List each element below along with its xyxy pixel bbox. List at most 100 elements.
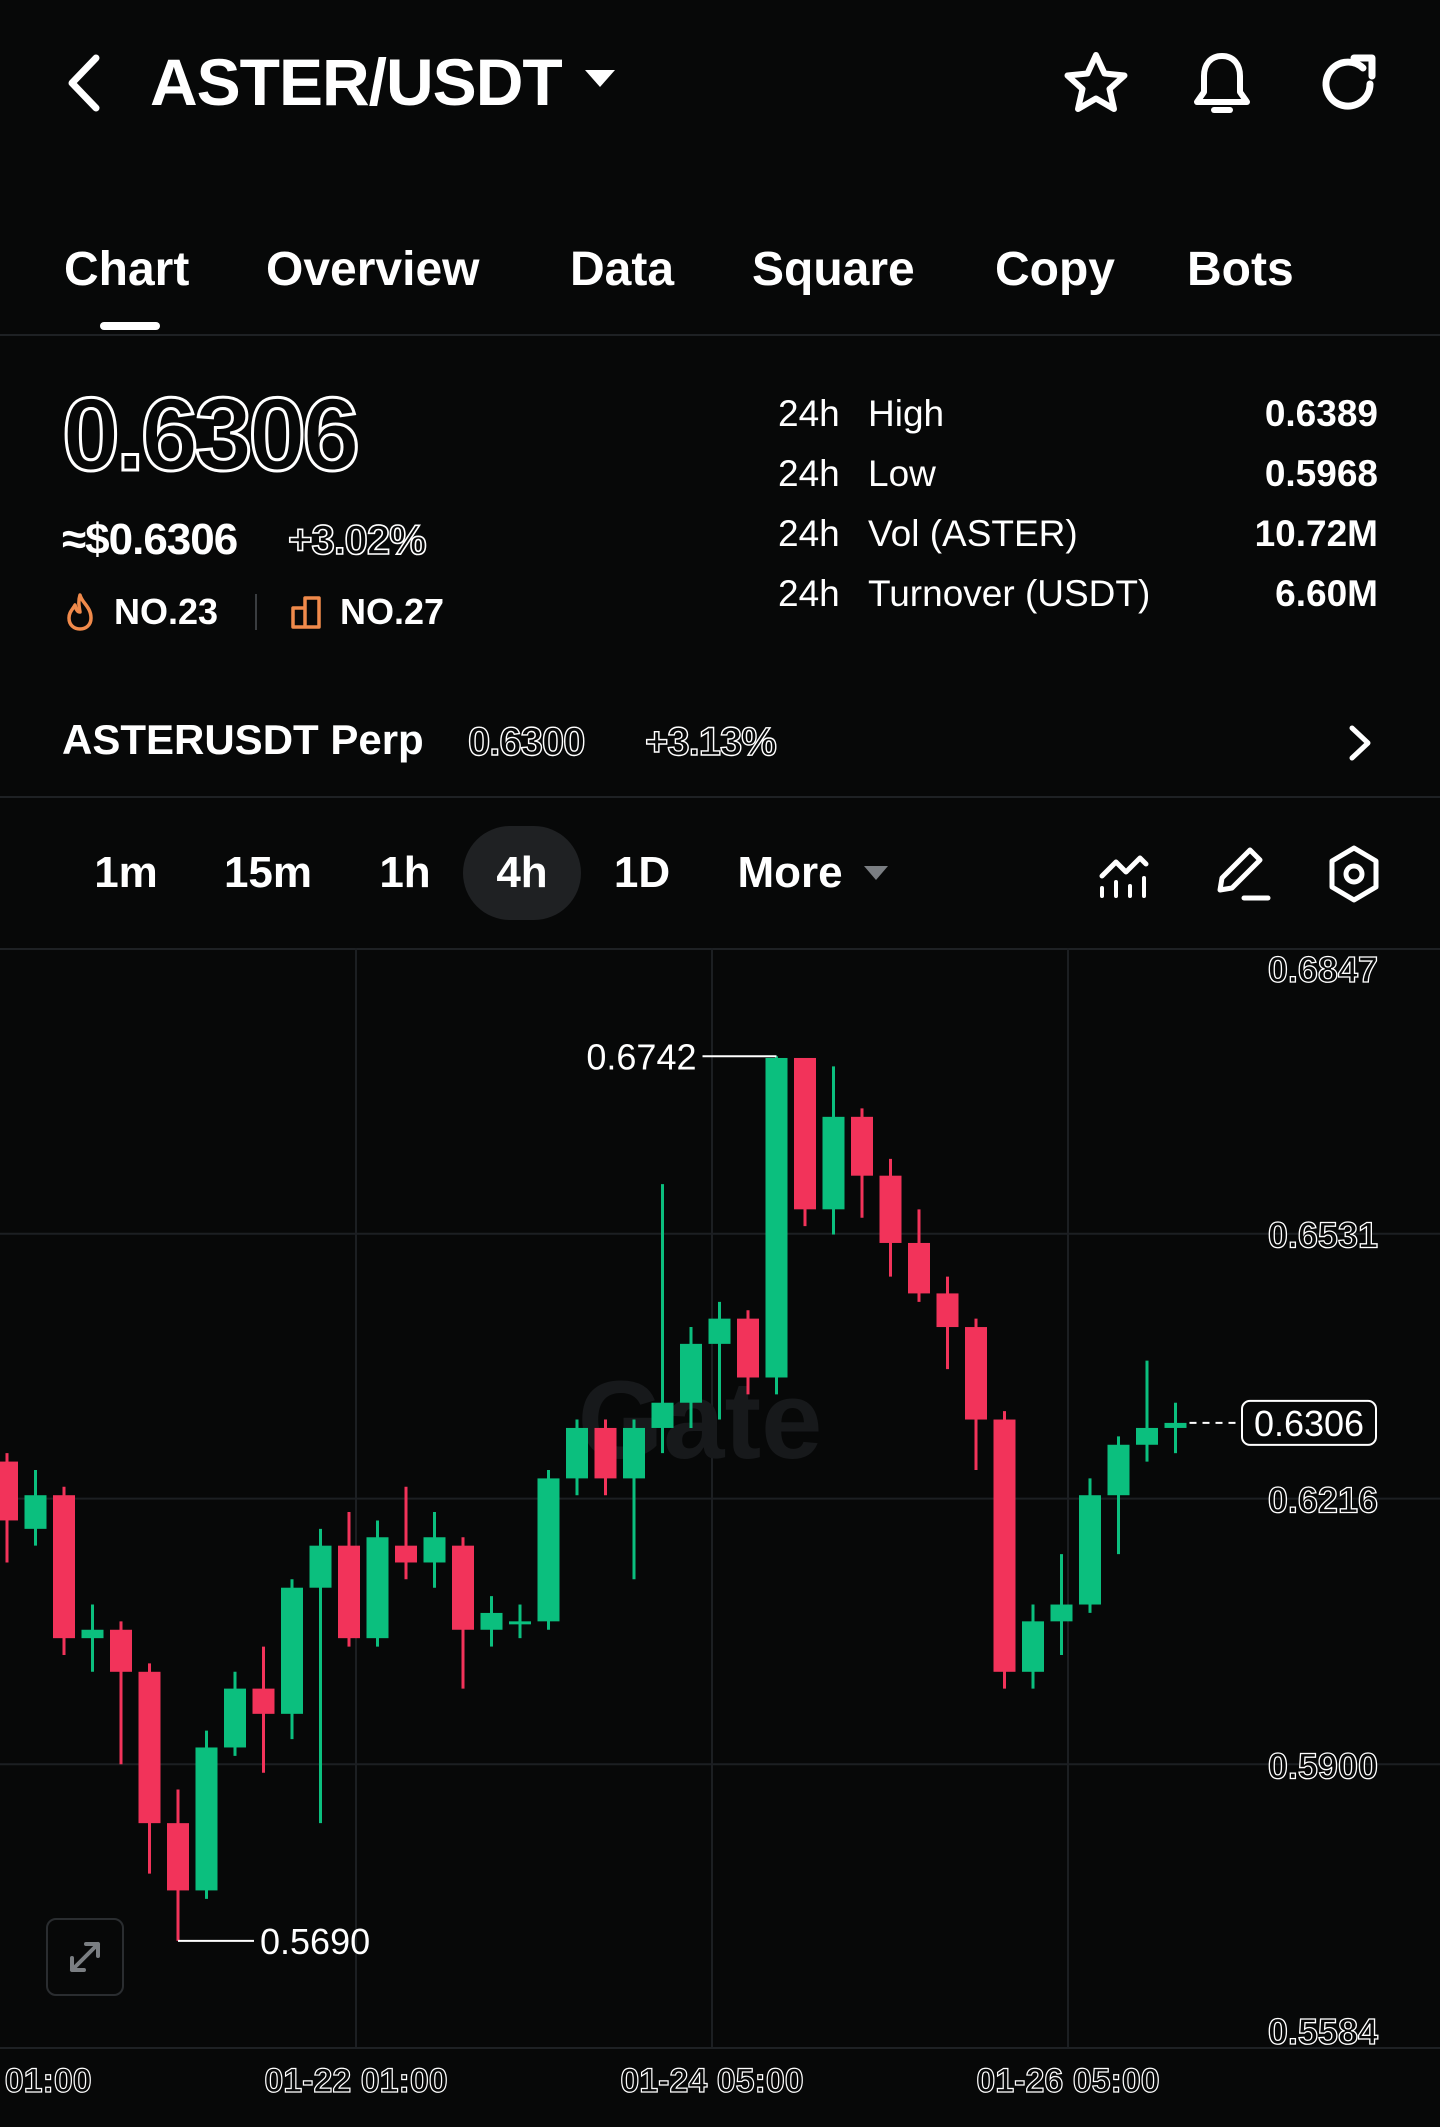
- candle-body: [366, 1537, 389, 1639]
- flame-icon: [62, 592, 98, 632]
- tab-bots[interactable]: Bots: [1187, 230, 1294, 310]
- stat-label: Turnover (USDT): [868, 573, 1151, 614]
- timeframe-1d[interactable]: 1D: [596, 826, 688, 920]
- candle-body: [480, 1612, 503, 1630]
- market-cap-icon: [290, 594, 322, 630]
- expand-icon[interactable]: [46, 1918, 124, 1996]
- indicator-icon[interactable]: [1088, 836, 1164, 912]
- pair-title[interactable]: ASTER/USDT: [150, 42, 563, 122]
- candlestick-chart[interactable]: 0.6847 0.6531 0.6216 0.5900 0.5584 Gate 0.6742…: [0, 948, 1440, 2122]
- candle-body: [423, 1537, 446, 1563]
- candle-body: [1050, 1604, 1073, 1622]
- caret-down-icon: [864, 866, 888, 880]
- candle-body: [708, 1318, 731, 1344]
- timeframe-1m[interactable]: 1m: [78, 826, 174, 920]
- candle-body: [993, 1419, 1016, 1672]
- x-axis-tick-label: 01-20 01:00: [0, 2062, 92, 2100]
- stat-label: Vol (ASTER): [868, 513, 1078, 554]
- timeframe-1h[interactable]: 1h: [360, 826, 450, 920]
- tab-overview[interactable]: Overview: [266, 230, 479, 310]
- stat-value: 0.5968: [1264, 453, 1378, 494]
- main-tabs: Chart Overview Data Square Copy Bots: [0, 220, 1440, 336]
- tab-copy[interactable]: Copy: [995, 230, 1115, 310]
- candle-body: [537, 1478, 560, 1622]
- candle-body: [252, 1688, 275, 1714]
- candle-body: [1107, 1444, 1130, 1496]
- chart-canvas[interactable]: 0.68470.65310.62160.59000.5584Gate0.6742…: [0, 948, 1440, 2122]
- candle-body: [623, 1427, 645, 1479]
- candle-body: [594, 1427, 617, 1479]
- candle-body: [936, 1293, 959, 1328]
- settings-hexagon-icon[interactable]: [1316, 836, 1392, 912]
- stat-volume: 24h Vol (ASTER) 10.72M: [778, 506, 1378, 562]
- candle-body: [509, 1621, 531, 1625]
- candle-body: [1079, 1495, 1101, 1605]
- x-axis-tick-label: 01-26 05:00: [976, 2062, 1159, 2100]
- stat-period: 24h: [778, 393, 840, 434]
- bell-icon[interactable]: [1184, 46, 1260, 122]
- candle-body: [794, 1057, 816, 1210]
- x-axis-tick-label: 01-22 01:00: [264, 2062, 447, 2100]
- stat-high: 24h High 0.6389: [778, 386, 1378, 442]
- usd-price: ≈$0.6306: [62, 515, 238, 564]
- candle-body: [81, 1629, 104, 1639]
- market-cap-rank: NO.27: [340, 591, 445, 632]
- timeframe-15m[interactable]: 15m: [210, 826, 326, 920]
- perp-name: ASTERUSDT Perp: [62, 716, 424, 763]
- current-price-label: 0.6306: [1254, 1403, 1364, 1444]
- stat-period: 24h: [778, 513, 840, 554]
- candle-body: [309, 1545, 332, 1588]
- timeframe-4h[interactable]: 4h: [463, 826, 581, 920]
- draw-pen-icon[interactable]: [1204, 836, 1280, 912]
- timeframe-more[interactable]: More: [728, 826, 852, 920]
- y-axis-tick-label: 0.6847: [1268, 949, 1378, 990]
- timeframe-bar: 1m 15m 1h 4h 1D More: [0, 800, 1440, 950]
- rank-divider: [255, 594, 257, 630]
- tab-square[interactable]: Square: [752, 230, 915, 310]
- caret-down-icon[interactable]: [585, 70, 615, 87]
- chevron-right-icon: [1340, 718, 1380, 768]
- tab-chart[interactable]: Chart: [64, 230, 189, 310]
- candle-body: [281, 1587, 303, 1714]
- candle-body: [965, 1327, 987, 1420]
- candle-body: [224, 1688, 246, 1748]
- back-icon[interactable]: [60, 48, 110, 118]
- candle-body: [765, 1057, 788, 1378]
- candle-body: [138, 1671, 161, 1824]
- candle-body: [1022, 1621, 1044, 1672]
- candle-body: [167, 1823, 189, 1891]
- candle-body: [879, 1175, 902, 1243]
- candle-body: [395, 1545, 417, 1563]
- stat-period: 24h: [778, 573, 840, 614]
- stat-turnover: 24h Turnover (USDT) 6.60M: [778, 566, 1378, 622]
- candle-body: [0, 1461, 18, 1521]
- y-axis-tick-label: 0.5584: [1268, 2011, 1378, 2052]
- candle-body: [195, 1747, 218, 1891]
- perp-price: 0.6300: [467, 719, 586, 764]
- refresh-icon[interactable]: [1310, 46, 1386, 122]
- y-axis-tick-label: 0.6216: [1268, 1480, 1378, 1521]
- candle-body: [651, 1402, 674, 1428]
- perp-link-row[interactable]: ASTERUSDT Perp 0.6300 +3.13%: [0, 690, 1440, 798]
- hot-rank: NO.23: [114, 591, 219, 632]
- candle-body: [24, 1495, 47, 1529]
- price-change: +3.02%: [287, 515, 427, 564]
- candle-body: [680, 1343, 702, 1403]
- max-price-label: 0.6742: [586, 1036, 696, 1077]
- y-axis-tick-label: 0.6531: [1268, 1215, 1378, 1256]
- candle-body: [822, 1116, 845, 1210]
- candle-body: [908, 1242, 930, 1294]
- candle-body: [338, 1545, 360, 1639]
- candle-body: [53, 1495, 75, 1639]
- candle-body: [1164, 1422, 1187, 1428]
- tab-data[interactable]: Data: [570, 230, 674, 310]
- candle-body: [566, 1427, 588, 1479]
- candle-body: [1136, 1427, 1158, 1445]
- stat-low: 24h Low 0.5968: [778, 446, 1378, 502]
- star-icon[interactable]: [1058, 46, 1134, 122]
- candle-body: [110, 1629, 132, 1672]
- y-axis-tick-label: 0.5900: [1268, 1745, 1378, 1786]
- perp-change: +3.13%: [644, 719, 777, 764]
- stat-period: 24h: [778, 453, 840, 494]
- x-axis-tick-label: 01-24 05:00: [620, 2062, 803, 2100]
